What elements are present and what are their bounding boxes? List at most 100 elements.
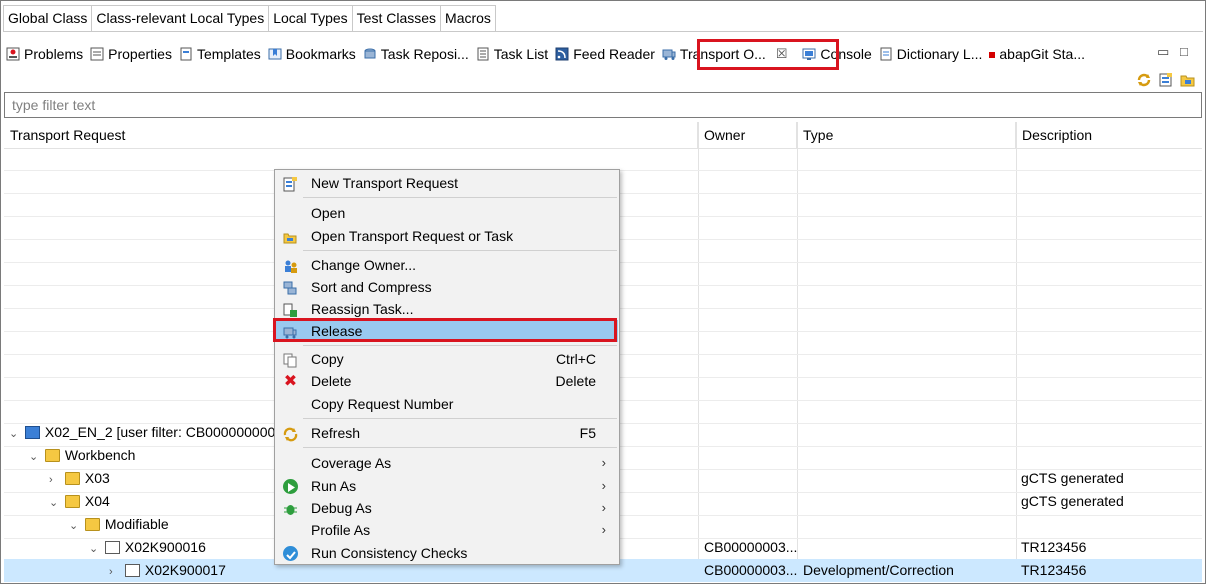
refresh-icon (283, 426, 298, 442)
menu-item-run-as[interactable]: Run As › (276, 475, 618, 497)
tree-label: X02K900017 (144, 562, 226, 578)
sort-compress-icon (283, 280, 298, 295)
expand-chevron-icon[interactable]: › (49, 469, 61, 491)
task-repository-icon (363, 47, 377, 61)
folder-icon (84, 518, 100, 531)
tab-dictionary-log[interactable]: Dictionary L... (876, 41, 987, 67)
column-header-type[interactable]: Type (797, 122, 1016, 149)
problems-icon (6, 47, 20, 61)
column-header-owner[interactable]: Owner (698, 122, 797, 149)
new-request-toolbar-icon[interactable] (1158, 72, 1174, 88)
expand-chevron-icon[interactable]: ⌄ (89, 538, 101, 560)
maximize-icon[interactable]: □ (1180, 44, 1188, 59)
menu-item-copy-request-number[interactable]: Copy Request Number (276, 393, 618, 415)
change-owner-icon (283, 258, 298, 273)
folder-icon (64, 472, 80, 485)
table-header: Transport Request Owner Type Description (4, 122, 1202, 149)
tree-label: X02K900016 (124, 539, 206, 555)
tab-class-relevant-local-types[interactable]: Class-relevant Local Types (91, 5, 270, 31)
tab-macros[interactable]: Macros (440, 5, 496, 31)
tab-local-types[interactable]: Local Types (268, 5, 353, 31)
expand-chevron-icon[interactable]: ⌄ (9, 423, 21, 445)
task-icon (124, 564, 140, 577)
tab-problems[interactable]: Problems (3, 41, 87, 67)
owner-cell: CB00000003... (704, 539, 798, 555)
expand-chevron-icon[interactable]: › (109, 561, 121, 583)
dictionary-log-icon (879, 47, 893, 61)
menu-item-change-owner[interactable]: Change Owner... (276, 254, 618, 276)
tab-task-list[interactable]: Task List (473, 41, 552, 67)
system-icon (24, 426, 40, 439)
bookmarks-icon (268, 47, 282, 61)
type-cell: Development/Correction (803, 562, 954, 578)
menu-separator (303, 197, 617, 198)
tree-label: X02_EN_2 [user filter: CB00000000034 (44, 424, 291, 440)
transport-tab-highlight (697, 39, 839, 70)
new-request-icon (283, 176, 298, 192)
menu-separator (303, 418, 617, 419)
expand-chevron-icon[interactable]: ⌄ (69, 515, 81, 537)
menu-item-coverage-as[interactable]: Coverage As › (276, 452, 618, 474)
menu-item-copy[interactable]: Copy Ctrl+C (276, 348, 618, 370)
description-cell: TR123456 (1021, 539, 1087, 555)
submenu-arrow-icon: › (601, 500, 606, 515)
description-cell: TR123456 (1021, 562, 1087, 578)
minimize-icon[interactable]: ▭ (1157, 44, 1169, 60)
properties-icon (90, 47, 104, 61)
editor-tab-strip: Global Class Class-relevant Local Types … (3, 5, 1203, 32)
description-cell: gCTS generated (1021, 470, 1124, 486)
tab-abapgit-staging[interactable]: abapGit Sta... (986, 41, 1089, 67)
tab-global-class[interactable]: Global Class (3, 5, 93, 31)
menu-item-run-consistency-checks[interactable]: Run Consistency Checks (276, 542, 618, 564)
open-request-icon (283, 229, 298, 244)
tab-bookmarks[interactable]: Bookmarks (265, 41, 360, 67)
release-highlight (273, 318, 617, 342)
run-icon (283, 479, 298, 494)
refresh-view-icon[interactable] (1136, 72, 1152, 88)
menu-item-profile-as[interactable]: Profile As › (276, 519, 618, 541)
request-icon (104, 541, 120, 554)
menu-item-open-transport-request-or-task[interactable]: Open Transport Request or Task (276, 225, 618, 247)
consistency-check-icon (283, 546, 298, 561)
menu-item-debug-as[interactable]: Debug As › (276, 497, 618, 519)
delete-icon: ✖ (283, 373, 298, 390)
feed-reader-icon (555, 47, 569, 61)
tab-test-classes[interactable]: Test Classes (351, 5, 442, 31)
reassign-task-icon (283, 302, 298, 317)
owner-cell: CB00000003... (704, 562, 798, 578)
expand-chevron-icon[interactable]: ⌄ (29, 446, 41, 468)
tree-label: X04 (84, 493, 110, 509)
menu-item-reassign-task[interactable]: Reassign Task... (276, 298, 618, 320)
view-tab-strip: Problems Properties Templates Bookmarks … (3, 40, 1203, 68)
menu-separator (303, 345, 617, 346)
tab-properties[interactable]: Properties (87, 41, 176, 67)
copy-icon (283, 352, 298, 368)
column-header-description[interactable]: Description (1016, 122, 1202, 149)
menu-item-delete[interactable]: ✖ Delete Delete (276, 370, 618, 392)
menu-item-open[interactable]: Open (276, 202, 618, 224)
submenu-arrow-icon: › (601, 478, 606, 493)
task-list-icon (476, 47, 490, 61)
tree-label: X03 (84, 470, 110, 486)
templates-icon (179, 47, 193, 61)
column-header-transport-request[interactable]: Transport Request (4, 122, 698, 149)
transport-organizer-icon (662, 47, 676, 61)
tab-task-repositories[interactable]: Task Reposi... (360, 41, 473, 67)
menu-item-refresh[interactable]: Refresh F5 (276, 422, 618, 444)
filter-input[interactable]: type filter text (4, 92, 1202, 118)
menu-separator (303, 250, 617, 251)
tab-feed-reader[interactable]: Feed Reader (552, 41, 659, 67)
tree-label: Modifiable (104, 516, 169, 532)
submenu-arrow-icon: › (601, 455, 606, 470)
menu-separator (303, 447, 617, 448)
submenu-arrow-icon: › (601, 522, 606, 537)
menu-item-new-transport-request[interactable]: New Transport Request (276, 172, 618, 194)
folder-icon (64, 495, 80, 508)
menu-item-sort-and-compress[interactable]: Sort and Compress (276, 276, 618, 298)
open-request-toolbar-icon[interactable] (1180, 72, 1196, 88)
expand-chevron-icon[interactable]: ⌄ (49, 492, 61, 514)
folder-icon (44, 449, 60, 462)
tree-label: Workbench (64, 447, 136, 463)
context-menu: New Transport Request Open Open Transpor… (274, 169, 620, 565)
tab-templates[interactable]: Templates (176, 41, 265, 67)
